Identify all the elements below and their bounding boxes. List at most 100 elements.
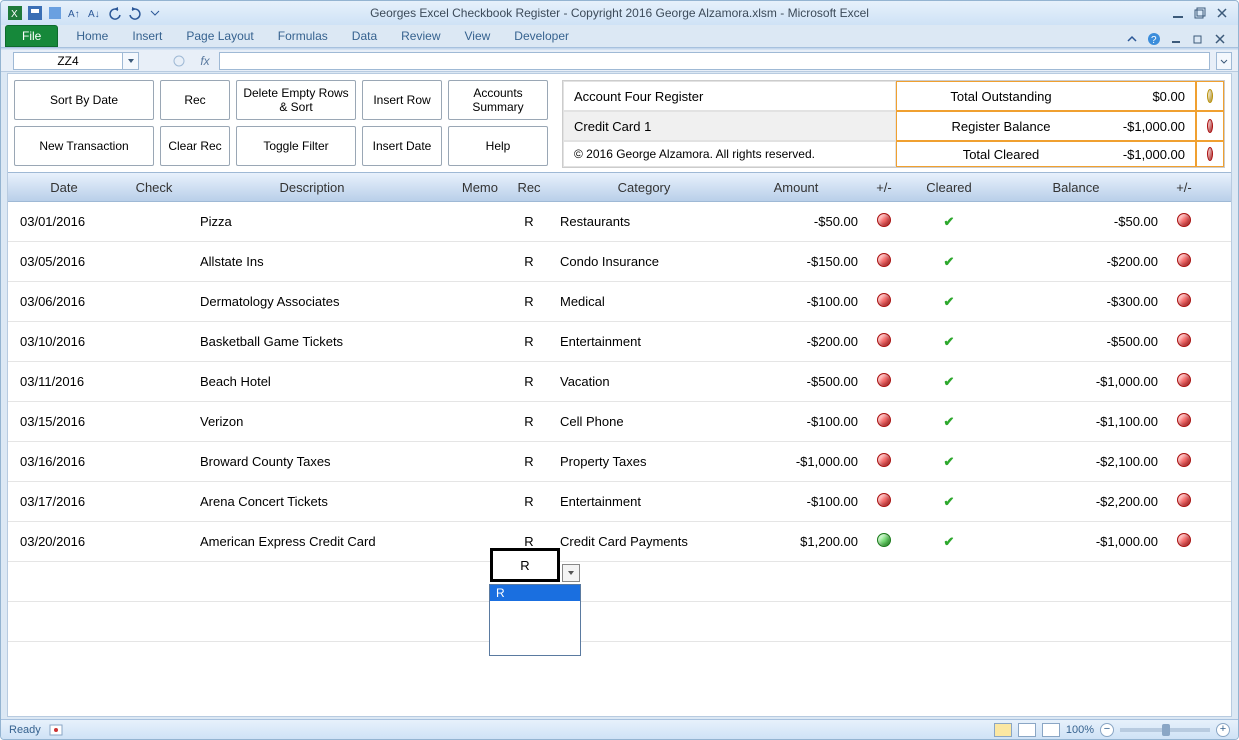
cell-category[interactable]: Cell Phone: [554, 414, 734, 429]
sort-by-date-button[interactable]: Sort By Date: [14, 80, 154, 120]
col-cleared[interactable]: Cleared: [904, 180, 994, 195]
table-row[interactable]: 03/05/2016Allstate InsRCondo Insurance-$…: [8, 242, 1231, 282]
cell-description[interactable]: Dermatology Associates: [194, 294, 424, 309]
cell-rec[interactable]: R: [504, 494, 554, 509]
cell-date[interactable]: 03/16/2016: [14, 454, 114, 469]
name-box-dropdown[interactable]: [123, 52, 139, 70]
table-row[interactable]: 03/01/2016PizzaRRestaurants-$50.00✔-$50.…: [8, 202, 1231, 242]
table-row[interactable]: 03/15/2016VerizonRCell Phone-$100.00✔-$1…: [8, 402, 1231, 442]
help-button[interactable]: Help: [448, 126, 548, 166]
accounts-summary-button[interactable]: Accounts Summary: [448, 80, 548, 120]
insert-date-button[interactable]: Insert Date: [362, 126, 442, 166]
file-tab[interactable]: File: [5, 25, 58, 47]
tab-insert[interactable]: Insert: [120, 25, 174, 47]
cell-rec[interactable]: R: [504, 374, 554, 389]
col-date[interactable]: Date: [14, 180, 114, 195]
cell-rec[interactable]: R: [504, 254, 554, 269]
cell-date[interactable]: 03/10/2016: [14, 334, 114, 349]
view-page-layout-button[interactable]: [1018, 723, 1036, 737]
active-cell[interactable]: R: [490, 548, 560, 582]
cell-rec[interactable]: R: [504, 214, 554, 229]
cell-cleared[interactable]: ✔: [904, 214, 994, 230]
cell-category[interactable]: Restaurants: [554, 214, 734, 229]
tab-formulas[interactable]: Formulas: [266, 25, 340, 47]
cell-cleared[interactable]: ✔: [904, 534, 994, 550]
cell-rec[interactable]: R: [504, 454, 554, 469]
col-amount[interactable]: Amount: [734, 180, 864, 195]
cell-amount[interactable]: -$150.00: [734, 254, 864, 269]
cell-description[interactable]: American Express Credit Card: [194, 534, 424, 549]
cell-balance[interactable]: -$200.00: [994, 254, 1164, 269]
save-icon[interactable]: [27, 5, 43, 21]
dropdown-option-r[interactable]: R: [490, 585, 580, 601]
zoom-slider[interactable]: [1120, 728, 1210, 732]
cell-category[interactable]: Entertainment: [554, 334, 734, 349]
table-row[interactable]: 03/10/2016Basketball Game TicketsREntert…: [8, 322, 1231, 362]
tab-home[interactable]: Home: [64, 25, 120, 47]
col-rec[interactable]: Rec: [504, 180, 554, 195]
cell-amount[interactable]: -$200.00: [734, 334, 864, 349]
cell-amount[interactable]: -$100.00: [734, 414, 864, 429]
cell-date[interactable]: 03/17/2016: [14, 494, 114, 509]
cell-description[interactable]: Allstate Ins: [194, 254, 424, 269]
view-page-break-button[interactable]: [1042, 723, 1060, 737]
cell-description[interactable]: Pizza: [194, 214, 424, 229]
cell-amount[interactable]: -$500.00: [734, 374, 864, 389]
tab-data[interactable]: Data: [340, 25, 389, 47]
cell-balance[interactable]: -$300.00: [994, 294, 1164, 309]
cell-dropdown-button[interactable]: [562, 564, 580, 582]
undo-icon[interactable]: [107, 5, 123, 21]
zoom-percent[interactable]: 100%: [1066, 724, 1094, 736]
cell-date[interactable]: 03/20/2016: [14, 534, 114, 549]
insert-row-button[interactable]: Insert Row: [362, 80, 442, 120]
clear-rec-button[interactable]: Clear Rec: [160, 126, 230, 166]
cell-category[interactable]: Entertainment: [554, 494, 734, 509]
cell-amount[interactable]: $1,200.00: [734, 534, 864, 549]
cell-category[interactable]: Condo Insurance: [554, 254, 734, 269]
macro-record-icon[interactable]: [49, 724, 63, 736]
cell-category[interactable]: Vacation: [554, 374, 734, 389]
tab-page-layout[interactable]: Page Layout: [174, 25, 265, 47]
cell-category[interactable]: Medical: [554, 294, 734, 309]
restore-icon[interactable]: [1192, 5, 1208, 21]
cell-cleared[interactable]: ✔: [904, 334, 994, 350]
cell-rec[interactable]: R: [504, 534, 554, 549]
cell-date[interactable]: 03/11/2016: [14, 374, 114, 389]
cell-cleared[interactable]: ✔: [904, 454, 994, 470]
cell-date[interactable]: 03/06/2016: [14, 294, 114, 309]
tab-developer[interactable]: Developer: [502, 25, 581, 47]
cell-cleared[interactable]: ✔: [904, 294, 994, 310]
table-row[interactable]: 03/11/2016Beach HotelRVacation-$500.00✔-…: [8, 362, 1231, 402]
cell-description[interactable]: Basketball Game Tickets: [194, 334, 424, 349]
cell-balance[interactable]: -$1,100.00: [994, 414, 1164, 429]
cell-date[interactable]: 03/15/2016: [14, 414, 114, 429]
col-category[interactable]: Category: [554, 180, 734, 195]
ribbon-collapse-icon[interactable]: [1124, 31, 1140, 47]
cell-description[interactable]: Arena Concert Tickets: [194, 494, 424, 509]
rec-button[interactable]: Rec: [160, 80, 230, 120]
cell-cleared[interactable]: ✔: [904, 414, 994, 430]
delete-empty-rows-button[interactable]: Delete Empty Rows & Sort: [236, 80, 356, 120]
formula-expand-icon[interactable]: [1216, 52, 1232, 70]
cell-description[interactable]: Broward County Taxes: [194, 454, 424, 469]
blank-row[interactable]: [8, 602, 1231, 642]
cell-amount[interactable]: -$1,000.00: [734, 454, 864, 469]
col-description[interactable]: Description: [194, 180, 424, 195]
fx-icon[interactable]: fx: [195, 52, 215, 70]
qat-dropdown-icon[interactable]: [147, 5, 163, 21]
cell-amount[interactable]: -$100.00: [734, 294, 864, 309]
table-row[interactable]: 03/20/2016 American Express Credit Card RC…: [8, 522, 1231, 562]
cell-amount[interactable]: -$50.00: [734, 214, 864, 229]
qat-icon[interactable]: [47, 5, 63, 21]
blank-row[interactable]: [8, 562, 1231, 602]
cell-date[interactable]: 03/05/2016: [14, 254, 114, 269]
workbook-minimize-icon[interactable]: [1168, 31, 1184, 47]
zoom-out-button[interactable]: −: [1100, 723, 1114, 737]
cell-category[interactable]: Credit Card Payments: [554, 534, 734, 549]
cell-rec[interactable]: R: [504, 294, 554, 309]
cell-category[interactable]: Property Taxes: [554, 454, 734, 469]
cell-dropdown-list[interactable]: R: [489, 584, 581, 656]
qat-sort-asc-icon[interactable]: A↑: [67, 5, 83, 21]
close-icon[interactable]: [1214, 5, 1230, 21]
cell-description[interactable]: Beach Hotel: [194, 374, 424, 389]
